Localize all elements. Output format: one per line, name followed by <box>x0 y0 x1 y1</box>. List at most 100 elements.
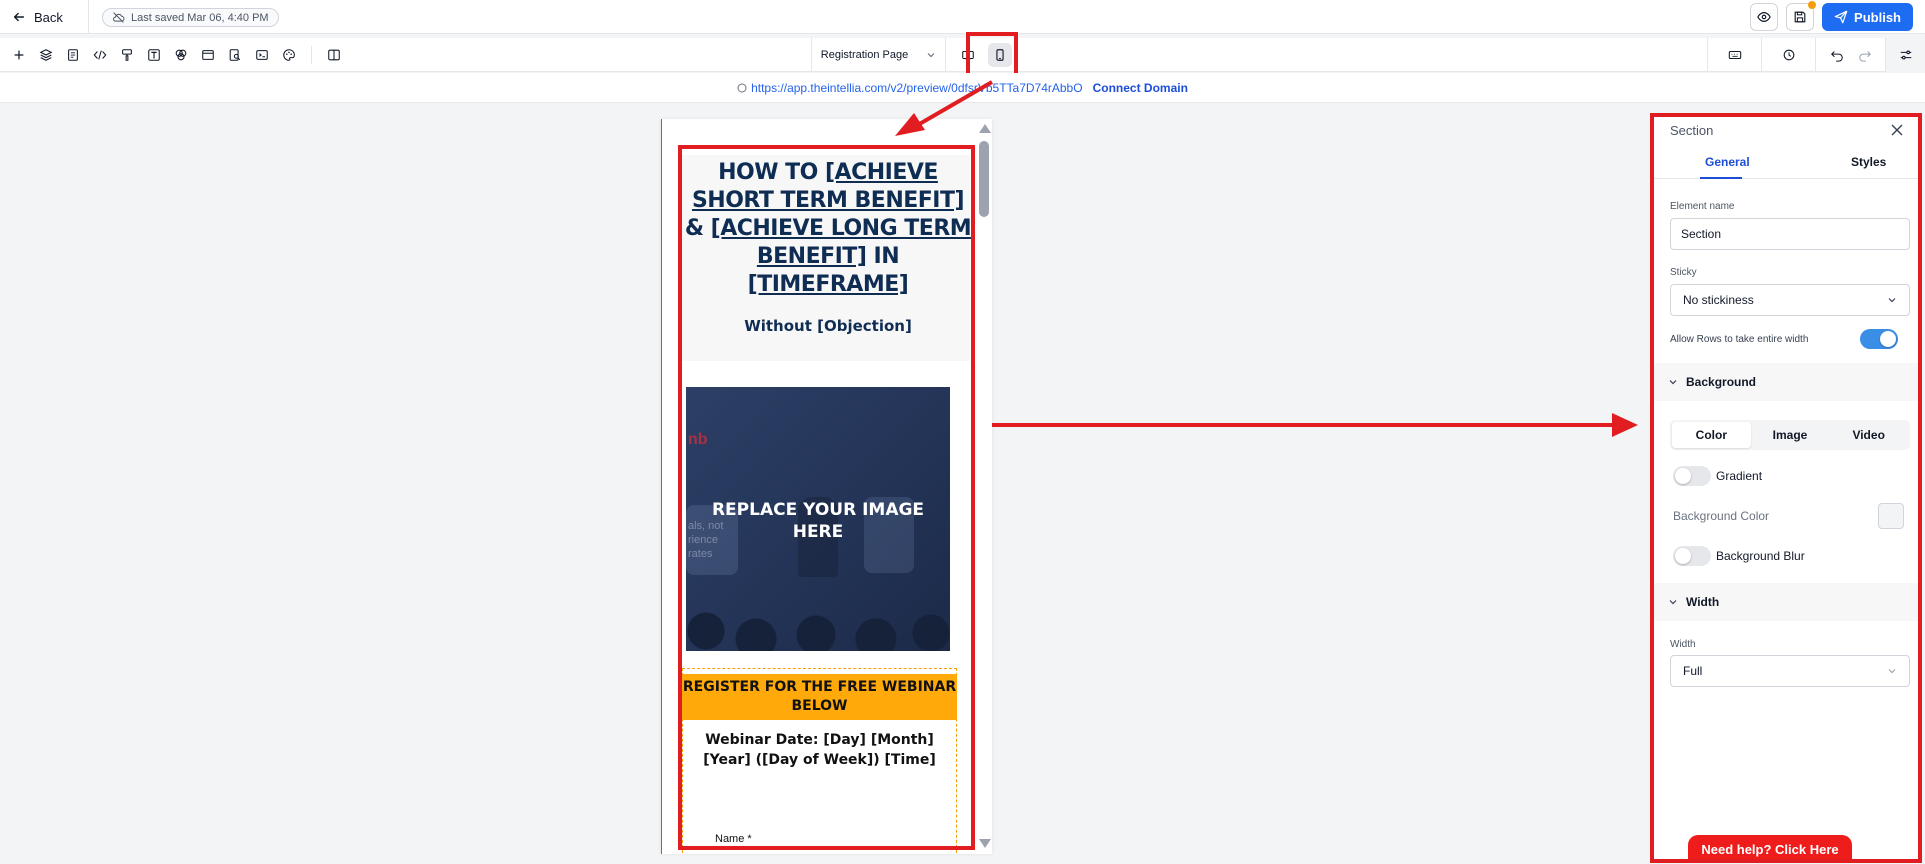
background-color-swatch[interactable] <box>1878 503 1904 529</box>
layout-button[interactable] <box>199 46 217 64</box>
sliders-icon <box>1900 50 1911 60</box>
page-selector-value: Registration Page <box>820 49 909 61</box>
publish-button[interactable]: Publish <box>1822 3 1913 31</box>
element-name-label: Element name <box>1670 201 1735 212</box>
top-bar: Back Last saved Mar 06, 4:40 PM Publish <box>0 0 1925 34</box>
background-section-header[interactable]: Background <box>1654 363 1918 401</box>
background-section-title: Background <box>1686 375 1757 389</box>
text-button[interactable] <box>145 46 163 64</box>
bg-tab-image[interactable]: Image <box>1751 422 1830 448</box>
undo-icon[interactable] <box>1830 48 1844 62</box>
background-type-tabs: Color Image Video <box>1670 420 1910 450</box>
browser-icon <box>202 50 214 60</box>
history-icon <box>1783 49 1794 61</box>
settings-panel-button[interactable] <box>1885 38 1925 72</box>
editor-toolbar: Registration Page <box>0 38 1925 72</box>
width-select[interactable]: Full <box>1670 655 1910 687</box>
text-icon <box>148 49 160 61</box>
sticky-select[interactable]: No stickiness <box>1670 284 1910 316</box>
panel-title: Section <box>1670 123 1714 138</box>
mobile-button-highlight <box>966 32 1018 78</box>
gradient-toggle[interactable] <box>1673 466 1711 486</box>
send-icon <box>1834 10 1848 24</box>
preview-url-link[interactable]: https://app.theintellia.com/v2/preview/0… <box>737 81 1083 95</box>
layers-icon <box>39 49 53 61</box>
redo-icon[interactable] <box>1858 48 1872 62</box>
preview-url-text: https://app.theintellia.com/v2/preview/0… <box>751 80 1083 95</box>
preview-button[interactable] <box>1750 3 1779 31</box>
seo-button[interactable] <box>226 46 244 64</box>
background-color-label: Background Color <box>1673 509 1770 523</box>
tab-general[interactable]: General <box>1705 155 1750 169</box>
element-tools <box>10 46 343 64</box>
columns-icon <box>328 49 340 61</box>
last-saved-text: Last saved Mar 06, 4:40 PM <box>131 11 269 24</box>
history-button[interactable] <box>1761 38 1815 72</box>
plus-icon <box>14 50 24 60</box>
connect-domain-link[interactable]: Connect Domain <box>1093 81 1188 95</box>
element-name-value: Section <box>1681 227 1722 241</box>
scroll-thumb[interactable] <box>979 141 989 217</box>
elements-button[interactable] <box>172 46 190 64</box>
preview-scrollbar[interactable] <box>978 122 991 852</box>
width-value: Full <box>1683 664 1703 678</box>
chevron-down-icon <box>1669 600 1677 605</box>
width-section-title: Width <box>1686 595 1720 609</box>
color-palette-button[interactable] <box>280 46 298 64</box>
cloud-off-icon <box>113 12 125 23</box>
active-tab-indicator <box>1700 177 1742 179</box>
chevron-down-icon <box>1888 669 1896 674</box>
width-label: Width <box>1670 639 1696 650</box>
last-saved-chip: Last saved Mar 06, 4:40 PM <box>102 8 279 27</box>
save-button[interactable] <box>1786 1 1817 31</box>
section-highlight-box <box>678 145 975 850</box>
scroll-down-arrow[interactable] <box>979 839 991 848</box>
section-settings-panel: Section General Styles Element name Sect… <box>1650 113 1922 863</box>
paint-brush-icon <box>122 49 132 61</box>
keyboard-icon <box>1728 50 1741 60</box>
top-right-actions: Publish <box>1750 1 1913 31</box>
bg-tab-color[interactable]: Color <box>1672 422 1751 448</box>
close-icon[interactable] <box>1890 123 1904 137</box>
arrowhead-icon <box>1612 413 1638 437</box>
element-name-input[interactable]: Section <box>1670 218 1910 250</box>
allow-rows-toggle[interactable] <box>1860 329 1898 349</box>
undo-redo-group <box>1815 38 1885 72</box>
arrow-left-icon <box>13 12 25 22</box>
unsaved-dot <box>1808 1 1817 9</box>
url-bar: https://app.theintellia.com/v2/preview/0… <box>0 73 1925 103</box>
sticky-label: Sticky <box>1670 267 1697 278</box>
code-icon <box>93 50 107 60</box>
scroll-up-arrow[interactable] <box>979 124 991 133</box>
palette-icon <box>283 49 295 61</box>
page-selector[interactable]: Registration Page <box>811 38 946 72</box>
width-section-header[interactable]: Width <box>1654 583 1918 621</box>
globe-icon <box>737 83 747 92</box>
back-button[interactable]: Back <box>12 7 63 27</box>
allow-rows-label: Allow Rows to take entire width <box>1670 334 1809 345</box>
bg-tab-video[interactable]: Video <box>1829 422 1908 448</box>
publish-label: Publish <box>1854 9 1901 25</box>
search-doc-icon <box>229 49 241 61</box>
keyboard-shortcuts-button[interactable] <box>1707 38 1761 72</box>
pages-button[interactable] <box>64 46 82 64</box>
background-blur-toggle[interactable] <box>1673 546 1711 566</box>
toggle-knob <box>1675 468 1691 484</box>
paint-button[interactable] <box>118 46 136 64</box>
add-element-button[interactable] <box>10 46 28 64</box>
shapes-icon <box>175 49 187 61</box>
toolbar-divider <box>311 46 312 64</box>
toggle-knob <box>1880 331 1896 347</box>
page-icon <box>68 49 78 61</box>
divider <box>88 0 89 34</box>
tracking-button[interactable] <box>253 46 271 64</box>
background-blur-label: Background Blur <box>1716 549 1805 563</box>
chevron-down-icon <box>1669 380 1677 385</box>
layers-button[interactable] <box>37 46 55 64</box>
code-button[interactable] <box>91 46 109 64</box>
need-help-button[interactable]: Need help? Click Here <box>1688 835 1852 859</box>
panel-tabs: General Styles <box>1654 149 1918 179</box>
back-label: Back <box>34 9 63 25</box>
tab-styles[interactable]: Styles <box>1851 155 1886 169</box>
split-view-button[interactable] <box>325 46 343 64</box>
